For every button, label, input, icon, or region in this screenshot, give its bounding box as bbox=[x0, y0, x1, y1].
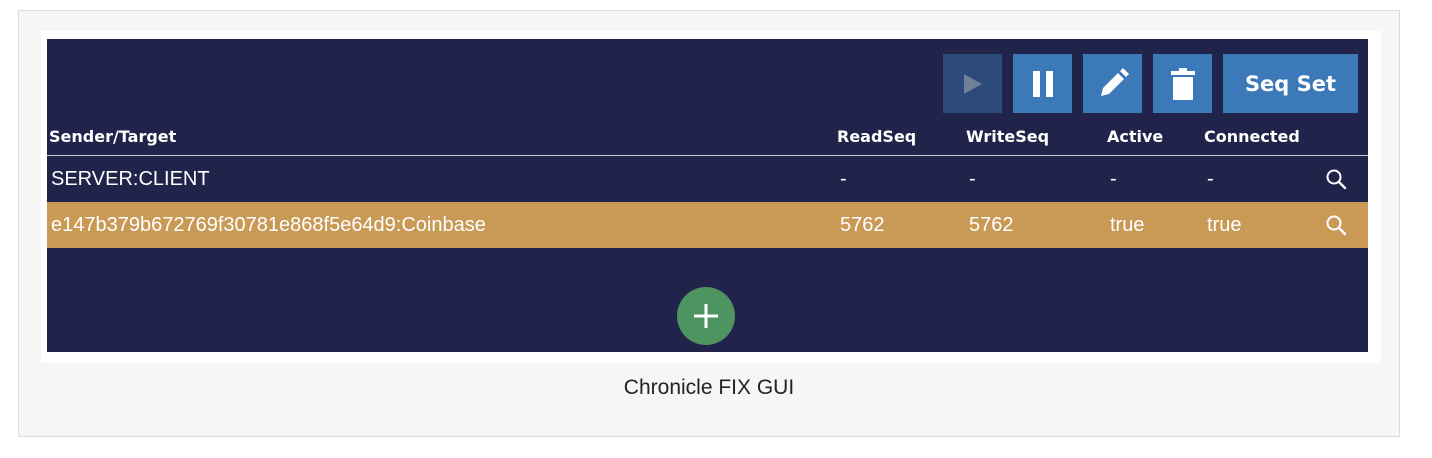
seq-set-label: Seq Set bbox=[1244, 71, 1337, 96]
header-connected: Connected bbox=[1204, 127, 1300, 146]
delete-button[interactable] bbox=[1153, 54, 1212, 113]
play-button[interactable] bbox=[943, 54, 1002, 113]
read-seq-cell: 5762 bbox=[840, 213, 885, 236]
header-read-seq: ReadSeq bbox=[837, 127, 917, 146]
trash-icon bbox=[1170, 67, 1195, 100]
play-icon bbox=[963, 73, 982, 94]
figure-caption: Chronicle FIX GUI bbox=[623, 376, 795, 399]
active-cell: true bbox=[1110, 213, 1145, 236]
connected-cell: - bbox=[1207, 167, 1214, 190]
edit-button[interactable] bbox=[1083, 54, 1142, 113]
pause-icon bbox=[1032, 70, 1053, 97]
figure-container: Seq Set Sender/Target ReadSeq WriteSeq A… bbox=[18, 10, 1400, 437]
active-cell: - bbox=[1110, 167, 1117, 190]
add-session-button[interactable] bbox=[677, 287, 735, 345]
seq-set-button[interactable]: Seq Set bbox=[1223, 54, 1358, 113]
sender-target-cell: e147b379b672769f30781e868f5e64d9:Coinbas… bbox=[51, 213, 486, 236]
toolbar: Seq Set bbox=[943, 54, 1358, 113]
pause-button[interactable] bbox=[1013, 54, 1072, 113]
screenshot-frame: Seq Set Sender/Target ReadSeq WriteSeq A… bbox=[41, 31, 1381, 363]
write-seq-cell: 5762 bbox=[969, 213, 1014, 236]
table-row[interactable]: SERVER:CLIENT - - - - bbox=[47, 156, 1368, 202]
plus-icon bbox=[694, 304, 718, 328]
pencil-icon bbox=[1100, 67, 1129, 96]
search-icon[interactable] bbox=[1325, 156, 1347, 202]
sender-target-cell: SERVER:CLIENT bbox=[51, 167, 210, 190]
table-header: Sender/Target ReadSeq WriteSeq Active Co… bbox=[47, 125, 1368, 156]
header-write-seq: WriteSeq bbox=[966, 127, 1050, 146]
read-seq-cell: - bbox=[840, 167, 847, 190]
search-icon[interactable] bbox=[1325, 202, 1347, 248]
write-seq-cell: - bbox=[969, 167, 976, 190]
connected-cell: true bbox=[1207, 213, 1242, 236]
header-active: Active bbox=[1107, 127, 1164, 146]
sessions-panel: Seq Set Sender/Target ReadSeq WriteSeq A… bbox=[47, 39, 1368, 352]
header-sender-target: Sender/Target bbox=[49, 127, 177, 146]
table-row-selected[interactable]: e147b379b672769f30781e868f5e64d9:Coinbas… bbox=[47, 202, 1368, 248]
